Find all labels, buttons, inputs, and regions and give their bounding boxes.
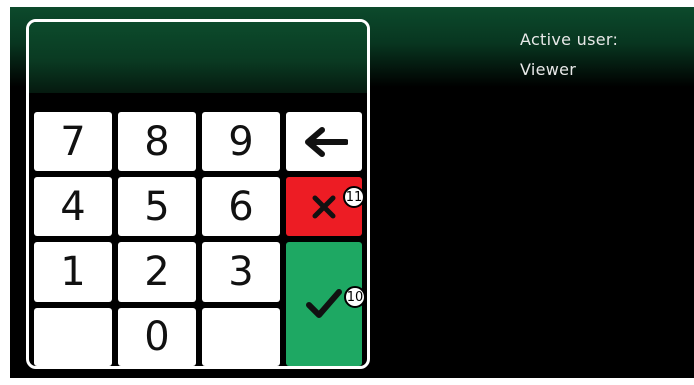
key-3[interactable]: 3: [202, 242, 280, 302]
key-0[interactable]: 0: [118, 308, 196, 366]
device-screen: Active user: Viewer 7 8 9 4 5 6 1 2 3 0 …: [10, 7, 694, 378]
key-4[interactable]: 4: [34, 177, 112, 236]
backspace-button[interactable]: [286, 112, 362, 171]
callout-confirm: 10: [344, 286, 366, 308]
key-1[interactable]: 1: [34, 242, 112, 302]
key-2[interactable]: 2: [118, 242, 196, 302]
active-user-name: Viewer: [520, 60, 577, 79]
cross-icon: [312, 195, 336, 218]
callout-cancel: 11: [343, 186, 365, 208]
active-user-panel: Active user: Viewer: [520, 25, 618, 85]
left-arrow-icon: [305, 126, 348, 157]
blank-key-left[interactable]: [34, 308, 112, 366]
key-9[interactable]: 9: [202, 112, 280, 171]
active-user-label: Active user:: [520, 30, 619, 49]
key-5[interactable]: 5: [118, 177, 196, 236]
checkmark-icon: [306, 289, 342, 318]
pin-keypad: 7 8 9 4 5 6 1 2 3 0: [26, 19, 370, 369]
key-6[interactable]: 6: [202, 177, 280, 236]
key-7[interactable]: 7: [34, 112, 112, 171]
blank-key-right[interactable]: [202, 308, 280, 366]
key-8[interactable]: 8: [118, 112, 196, 171]
pin-display: [29, 22, 367, 93]
